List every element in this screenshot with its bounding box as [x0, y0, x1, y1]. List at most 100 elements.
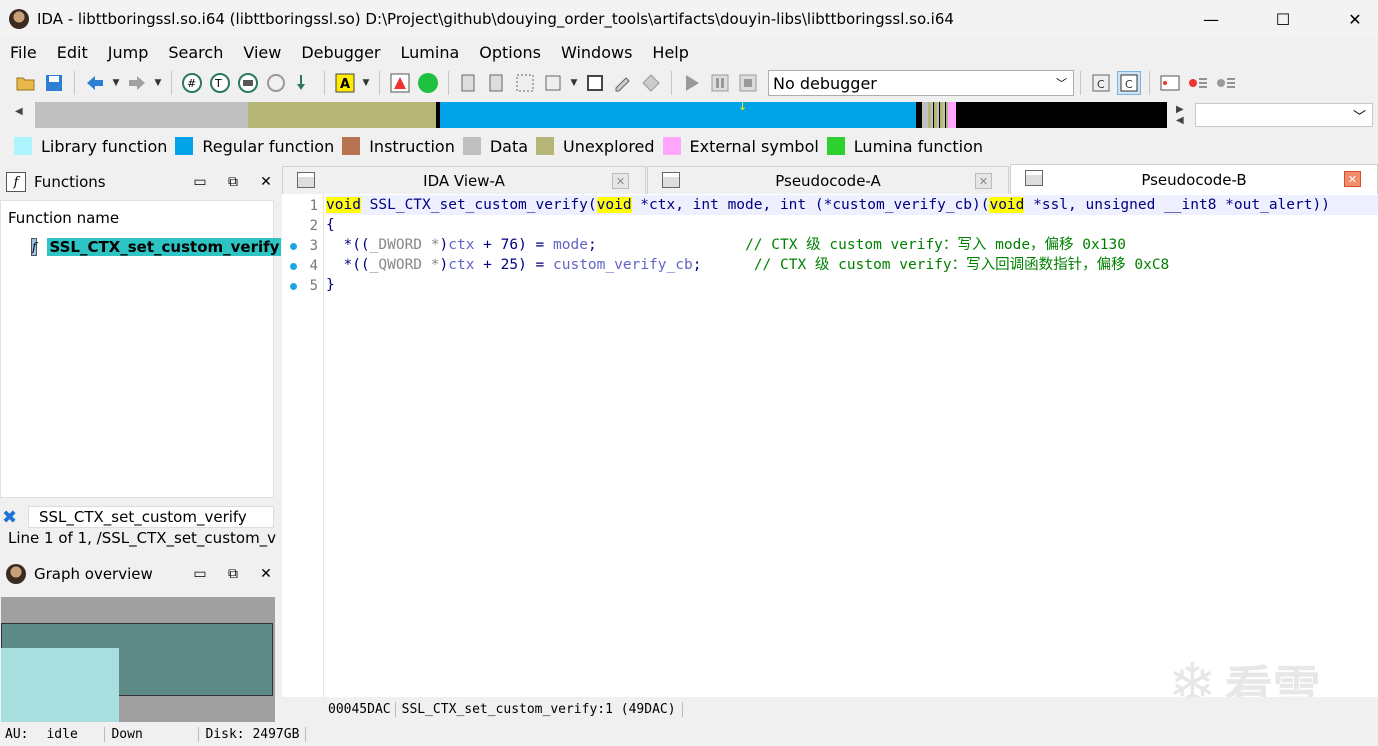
- current-address: 00045DAC: [324, 701, 396, 717]
- tab-pseudocode-a[interactable]: Pseudocode-A ✕: [647, 166, 1009, 194]
- legend-swatch: [662, 137, 681, 155]
- tab-close-icon[interactable]: ✕: [975, 173, 992, 189]
- panel-close-icon[interactable]: ✕: [259, 566, 273, 582]
- menu-windows[interactable]: Windows: [551, 43, 642, 62]
- minimize-button[interactable]: —: [1188, 0, 1234, 38]
- list-item[interactable]: f SSL_CTX_set_custom_verify: [1, 235, 282, 259]
- menu-options[interactable]: Options: [469, 43, 551, 62]
- tab-window-icon: [297, 172, 315, 188]
- filter-input[interactable]: SSL_CTX_set_custom_verify: [28, 506, 274, 528]
- menu-edit[interactable]: Edit: [47, 43, 98, 62]
- nav-left-arrow-icon[interactable]: ◀: [15, 106, 31, 124]
- pseudocode-c-icon[interactable]: C: [1089, 71, 1113, 95]
- tab-close-icon[interactable]: ✕: [612, 173, 629, 189]
- stop-icon[interactable]: [736, 71, 760, 95]
- save-icon[interactable]: [42, 71, 66, 95]
- tab-ida-view-a[interactable]: IDA View-A ✕: [282, 166, 646, 194]
- binary-view-icon[interactable]: [236, 71, 260, 95]
- tab-window-icon: [1025, 170, 1043, 186]
- tab-close-icon[interactable]: ✕: [1344, 171, 1361, 187]
- functions-panel: f Functions ▭ ⧉ ✕ Function name f SSL_CT…: [0, 166, 282, 554]
- debugger-select[interactable]: No debugger ﹀: [768, 70, 1074, 96]
- menu-lumina[interactable]: Lumina: [391, 43, 470, 62]
- line-number: 2: [309, 218, 318, 234]
- function-icon: f: [31, 238, 38, 256]
- code-text: + 25) =: [474, 257, 554, 273]
- back-arrow-icon[interactable]: [83, 71, 107, 95]
- menu-view[interactable]: View: [233, 43, 291, 62]
- data-icon[interactable]: [485, 71, 509, 95]
- legend-swatch: [462, 137, 481, 155]
- pseudocode-sync-icon[interactable]: C: [1117, 71, 1141, 95]
- line-gutter: 1 2 3 4 5: [282, 194, 324, 697]
- menu-file[interactable]: File: [0, 43, 47, 62]
- code-line-2[interactable]: {: [326, 215, 335, 235]
- segment-select[interactable]: ﹀: [1195, 103, 1373, 127]
- forward-arrow-icon[interactable]: [125, 71, 149, 95]
- code-icon[interactable]: [457, 71, 481, 95]
- menu-debugger[interactable]: Debugger: [291, 43, 390, 62]
- remove-breakpoint-icon[interactable]: [1214, 71, 1238, 95]
- code-line-4[interactable]: *((_QWORD *)ctx + 25) = custom_verify_cb…: [326, 255, 1169, 275]
- menu-search[interactable]: Search: [158, 43, 233, 62]
- code-variable: ctx: [448, 237, 475, 253]
- breakpoint-dot-icon[interactable]: [290, 263, 297, 270]
- hex-view-icon[interactable]: #: [180, 71, 204, 95]
- navigation-band[interactable]: ↓: [35, 100, 1167, 128]
- highlight-icon[interactable]: A: [333, 71, 357, 95]
- menu-jump[interactable]: Jump: [98, 43, 159, 62]
- forward-dropdown-icon[interactable]: ▼: [153, 71, 163, 95]
- struct-icon[interactable]: [513, 71, 537, 95]
- code-text: *((: [326, 237, 370, 253]
- panel-restore-icon[interactable]: ▭: [193, 566, 207, 582]
- pause-icon[interactable]: [708, 71, 732, 95]
- code-line-3[interactable]: *((_DWORD *)ctx + 76) = mode; // CTX 级 c…: [326, 235, 1125, 255]
- panel-close-icon[interactable]: ✕: [259, 174, 273, 190]
- breakpoint-dot-icon[interactable]: [290, 243, 297, 250]
- svg-text:A: A: [340, 77, 350, 92]
- au-status: idle: [46, 726, 78, 742]
- back-dropdown-icon[interactable]: ▼: [111, 71, 121, 95]
- code-line-1[interactable]: void SSL_CTX_set_custom_verify(void *ctx…: [326, 195, 1378, 215]
- window-title: IDA - libttboringssl.so.i64 (libttboring…: [37, 10, 954, 28]
- add-breakpoint-icon[interactable]: [1186, 71, 1210, 95]
- tab-pseudocode-b[interactable]: Pseudocode-B ✕: [1010, 164, 1378, 194]
- diamond-icon[interactable]: [639, 71, 663, 95]
- code-text: ): [439, 237, 449, 253]
- clear-filter-icon[interactable]: ✖: [2, 507, 28, 528]
- code-text: *ssl, unsigned __int8 *out_alert)): [1024, 197, 1330, 213]
- toolbar-separator: [448, 71, 449, 95]
- run-green-icon[interactable]: [416, 71, 440, 95]
- refresh-icon[interactable]: [264, 71, 288, 95]
- close-button[interactable]: ✕: [1332, 0, 1378, 38]
- panel-float-icon[interactable]: ⧉: [226, 566, 240, 582]
- breakpoint-list-icon[interactable]: [1158, 71, 1182, 95]
- step-into-icon[interactable]: [292, 71, 316, 95]
- array-dropdown-icon[interactable]: ▼: [569, 71, 579, 95]
- panel-float-icon[interactable]: ⧉: [226, 174, 240, 190]
- graph-viewport[interactable]: [1, 648, 119, 722]
- rename-icon[interactable]: [611, 71, 635, 95]
- open-folder-icon[interactable]: [14, 71, 38, 95]
- highlight-dropdown-icon[interactable]: ▼: [361, 71, 371, 95]
- play-icon[interactable]: [680, 71, 704, 95]
- legend-swatch: [536, 137, 555, 155]
- legend-item: Library function: [14, 137, 167, 156]
- graph-overview-header: Graph overview ▭ ⧉ ✕: [0, 558, 276, 590]
- pseudocode-view[interactable]: 1 2 3 4 5 void SSL_CTX_set_custom_verify…: [282, 194, 1378, 718]
- undefine-icon[interactable]: [583, 71, 607, 95]
- functions-panel-title: Functions: [34, 173, 106, 191]
- breakpoint-dot-icon[interactable]: [290, 283, 297, 290]
- menu-help[interactable]: Help: [642, 43, 698, 62]
- maximize-button[interactable]: ☐: [1260, 0, 1306, 38]
- array-icon[interactable]: [541, 71, 565, 95]
- graph-icon[interactable]: [388, 71, 412, 95]
- graph-overview-canvas[interactable]: [1, 597, 275, 722]
- svg-text:T: T: [214, 77, 222, 90]
- code-line-5[interactable]: }: [326, 275, 335, 295]
- nav-right-arrow-icon[interactable]: ▶ ◀: [1176, 104, 1190, 126]
- line-number: 4: [309, 258, 318, 274]
- function-name-header[interactable]: Function name: [1, 201, 273, 235]
- text-view-icon[interactable]: T: [208, 71, 232, 95]
- panel-restore-icon[interactable]: ▭: [193, 174, 207, 190]
